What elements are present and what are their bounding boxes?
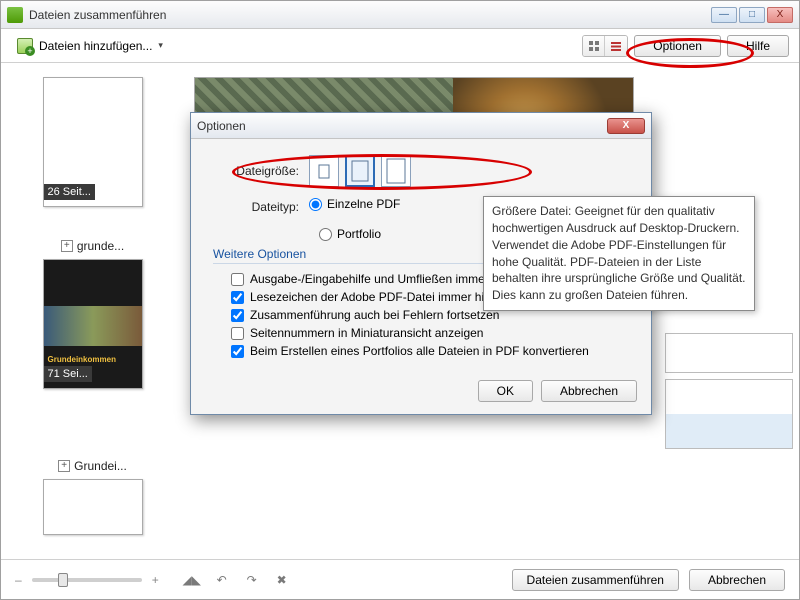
sort-icon[interactable]: ◢◣ [183, 572, 201, 588]
filesize-large-button[interactable] [381, 155, 411, 187]
tooltip: Größere Datei: Geeignet für den qualitat… [483, 196, 755, 311]
window-controls: — □ X [711, 7, 793, 23]
page-count-badge: 26 Seit... [44, 184, 95, 200]
filesize-medium-button[interactable] [345, 155, 375, 187]
expand-icon[interactable]: + [58, 460, 70, 472]
options-button[interactable]: Optionen [634, 35, 721, 57]
dialog-title-bar: Optionen X [191, 113, 651, 139]
file-thumb[interactable]: + grunde... Grundeinkommen 71 Sei... [15, 233, 170, 389]
thumb-caption: Grundei... [74, 459, 127, 473]
view-grid-button[interactable] [583, 36, 605, 56]
remove-icon[interactable]: ✖ [273, 572, 291, 588]
merge-files-button[interactable]: Dateien zusammenführen [512, 569, 679, 591]
filesize-label: Dateigröße: [209, 164, 309, 178]
filetype-label: Dateityp: [209, 200, 309, 214]
window-title: Dateien zusammenführen [29, 8, 166, 22]
checkbox-page-numbers[interactable]: Seitennummern in Miniaturansicht anzeige… [231, 326, 633, 340]
view-mode-buttons [582, 35, 628, 57]
undo-icon[interactable]: ↶ [213, 572, 231, 588]
redo-icon[interactable]: ↷ [243, 572, 261, 588]
app-icon [7, 7, 23, 23]
zoom-slider[interactable] [32, 578, 142, 582]
view-list-button[interactable] [605, 36, 627, 56]
dialog-ok-button[interactable]: OK [478, 380, 533, 402]
help-button[interactable]: Hilfe [727, 35, 789, 57]
cancel-button[interactable]: Abbrechen [689, 569, 785, 591]
dialog-close-button[interactable]: X [607, 118, 645, 134]
dropdown-icon: ▾ [158, 40, 163, 51]
add-file-icon [17, 38, 33, 54]
title-bar: Dateien zusammenführen — □ X [1, 1, 799, 29]
file-thumb[interactable]: + Grundei... [15, 453, 170, 535]
zoom-out-icon[interactable]: – [15, 573, 22, 587]
footer: – + ◢◣ ↶ ↷ ✖ Dateien zusammenführen Abbr… [1, 559, 799, 599]
thumb-caption: grunde... [77, 239, 124, 253]
minimize-button[interactable]: — [711, 7, 737, 23]
filetype-single-radio[interactable]: Einzelne PDF [309, 197, 400, 211]
add-files-label: Dateien hinzufügen... [39, 39, 152, 53]
filesize-options [309, 155, 411, 187]
add-files-button[interactable]: Dateien hinzufügen... ▾ [11, 36, 169, 56]
expand-icon[interactable]: + [61, 240, 73, 252]
toolbar: Dateien hinzufügen... ▾ Optionen Hilfe [1, 29, 799, 63]
mini-thumb[interactable] [665, 379, 793, 449]
maximize-button[interactable]: □ [739, 7, 765, 23]
mini-thumb[interactable] [665, 333, 793, 373]
page-count-badge: 71 Sei... [44, 366, 92, 382]
zoom-in-icon[interactable]: + [152, 573, 159, 587]
dialog-title: Optionen [197, 119, 246, 133]
dialog-cancel-button[interactable]: Abbrechen [541, 380, 637, 402]
checkbox-convert-portfolio[interactable]: Beim Erstellen eines Portfolios alle Dat… [231, 344, 633, 358]
filesize-small-button[interactable] [309, 155, 339, 187]
slider-handle[interactable] [58, 573, 68, 587]
file-thumb[interactable]: 26 Seit... [15, 77, 170, 213]
side-thumbs [665, 333, 793, 449]
close-button[interactable]: X [767, 7, 793, 23]
